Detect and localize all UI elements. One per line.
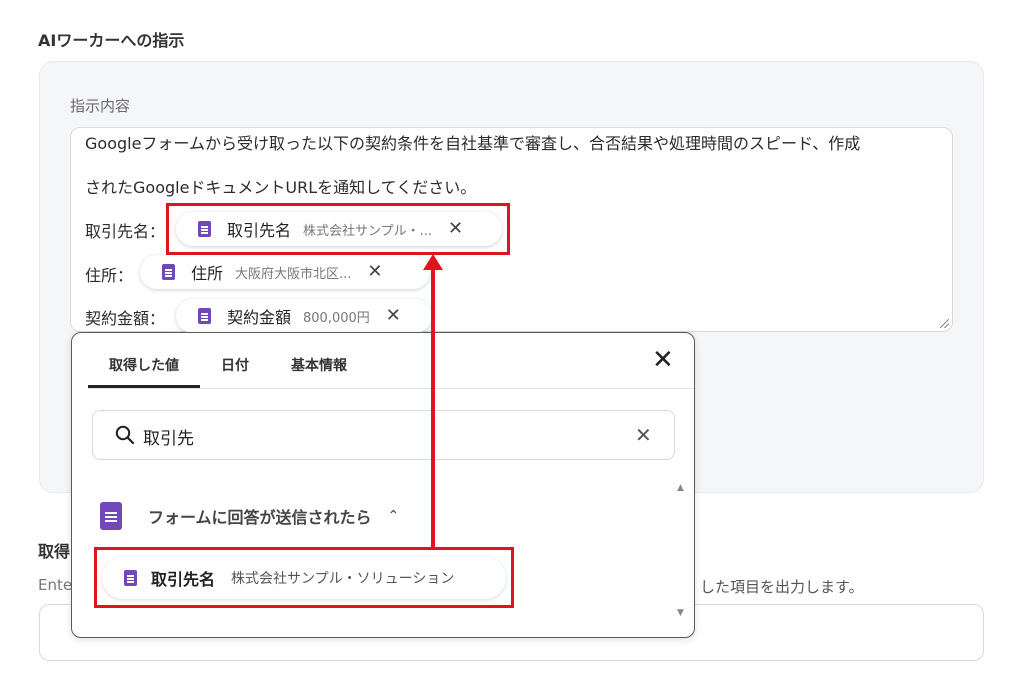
- google-forms-icon: [100, 502, 122, 530]
- variable-chip-contract-amount[interactable]: 契約金額 800,000円 ✕: [176, 299, 432, 333]
- annotation-arrow-head-icon: [423, 254, 443, 270]
- instruction-line-1: Googleフォームから受け取った以下の契約条件を自社基準で審査し、合否結果や処…: [85, 134, 861, 153]
- tab-retrieved-values[interactable]: 取得した値: [88, 355, 200, 388]
- instruction-field-label: 指示内容: [70, 97, 131, 115]
- variable-chip-address[interactable]: 住所 大阪府大阪市北区... ✕: [140, 255, 430, 289]
- output-description-end: した項目を出力します。: [700, 578, 864, 596]
- chip-value: 大阪府大阪市北区...: [235, 266, 352, 282]
- row-prefix-client-name: 取引先名：: [85, 222, 166, 241]
- output-description-start: Ente: [38, 576, 73, 594]
- google-forms-icon: [162, 264, 175, 280]
- group-label: フォームに回答が送信されたら: [148, 508, 372, 527]
- remove-chip-icon[interactable]: ✕: [367, 263, 382, 281]
- chip-value: 800,000円: [303, 310, 370, 326]
- instruction-line-2: されたGoogleドキュメントURLを通知してください。: [85, 178, 477, 197]
- scroll-down-arrow-icon[interactable]: ▼: [677, 608, 684, 618]
- section-title: AIワーカーへの指示: [38, 31, 185, 50]
- clear-search-icon[interactable]: ✕: [635, 423, 652, 447]
- tab-divider: [88, 388, 694, 389]
- remove-chip-icon[interactable]: ✕: [386, 307, 401, 325]
- search-input[interactable]: 取引先 ✕: [92, 410, 675, 460]
- close-icon[interactable]: ✕: [652, 347, 674, 373]
- row-prefix-contract-amount: 契約金額：: [85, 309, 166, 328]
- scroll-up-arrow-icon[interactable]: ▲: [677, 483, 684, 493]
- search-icon: [115, 425, 135, 445]
- search-value: 取引先: [143, 429, 194, 449]
- output-section-label: 取得: [38, 542, 71, 561]
- tab-basic-info[interactable]: 基本情報: [270, 355, 368, 388]
- annotation-arrow-shaft: [431, 268, 435, 548]
- trigger-group-header[interactable]: フォームに回答が送信されたら ⌃: [100, 501, 399, 531]
- popup-tabs: 取得した値 日付 基本情報: [88, 355, 368, 388]
- chip-label: 住所: [191, 264, 224, 283]
- resize-handle[interactable]: [940, 319, 949, 328]
- row-prefix-address: 住所：: [85, 266, 134, 285]
- highlight-box-selected-item: [94, 547, 514, 608]
- chevron-up-icon[interactable]: ⌃: [388, 508, 400, 524]
- highlight-box-inserted-chip: [166, 203, 510, 255]
- google-forms-icon: [198, 308, 211, 324]
- chip-label: 契約金額: [227, 308, 292, 327]
- tab-date[interactable]: 日付: [200, 355, 270, 388]
